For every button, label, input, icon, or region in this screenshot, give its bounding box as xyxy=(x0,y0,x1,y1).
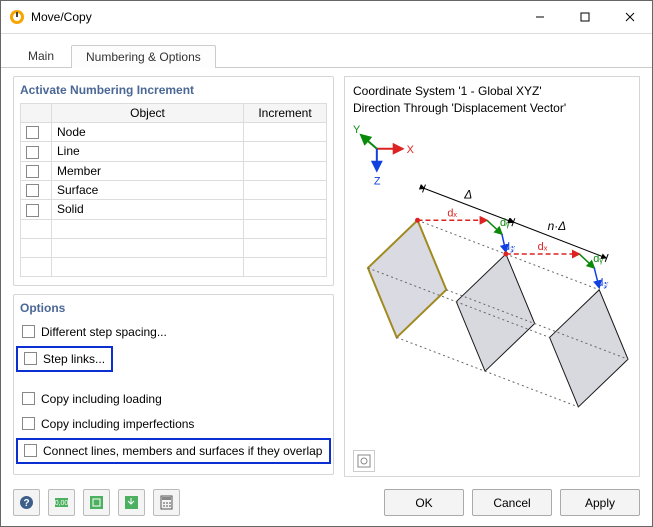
tab-main[interactable]: Main xyxy=(13,44,69,67)
option-copy-imperfections[interactable]: Copy including imperfections xyxy=(20,415,327,433)
maximize-button[interactable] xyxy=(562,2,607,32)
svg-text:Z: Z xyxy=(374,175,381,187)
checkbox-connect-overlap[interactable] xyxy=(24,444,37,457)
col-increment: Increment xyxy=(244,104,327,123)
svg-text:Y: Y xyxy=(353,123,361,135)
apply-button[interactable]: Apply xyxy=(560,489,640,516)
units-button[interactable]: 0,00 xyxy=(48,489,75,516)
preview-view-button[interactable] xyxy=(353,450,375,472)
load-default-button[interactable] xyxy=(118,489,145,516)
table-row: Member xyxy=(21,161,327,180)
checkbox-line[interactable] xyxy=(26,146,39,159)
checkbox-member[interactable] xyxy=(26,165,39,178)
table-row: Surface xyxy=(21,180,327,199)
svg-text:dₓ: dₓ xyxy=(447,207,457,219)
numbering-group: Activate Numbering Increment Object Incr… xyxy=(13,76,334,286)
checkbox-copy-loading[interactable] xyxy=(22,392,35,405)
option-connect-overlap[interactable]: Connect lines, members and surfaces if t… xyxy=(22,442,325,460)
checkbox-step-links[interactable] xyxy=(24,352,37,365)
option-different-step-spacing[interactable]: Different step spacing... xyxy=(20,323,327,341)
svg-text:d𝓏: d𝓏 xyxy=(504,241,515,253)
preview-diagram: X Y Z Δ n·Δ xyxy=(353,119,631,447)
svg-text:X: X xyxy=(407,143,415,155)
svg-text:dᵧ: dᵧ xyxy=(500,217,510,229)
table-row: Node xyxy=(21,123,327,142)
numbering-title: Activate Numbering Increment xyxy=(20,83,327,97)
preview-line-2: Direction Through 'Displacement Vector' xyxy=(353,100,631,117)
dialog-toolbar: ? 0,00 OK Cancel Apply xyxy=(1,481,652,526)
cancel-button[interactable]: Cancel xyxy=(472,489,552,516)
svg-text:?: ? xyxy=(23,498,29,509)
svg-text:d𝓏: d𝓏 xyxy=(597,276,608,288)
checkbox-diff-step[interactable] xyxy=(22,325,35,338)
tab-numbering-options[interactable]: Numbering & Options xyxy=(71,45,216,68)
ok-button[interactable]: OK xyxy=(384,489,464,516)
svg-text:dᵧ: dᵧ xyxy=(593,253,603,265)
options-group: Options Different step spacing... Step l… xyxy=(13,294,334,475)
checkbox-node[interactable] xyxy=(26,126,39,139)
increment-surface[interactable] xyxy=(244,180,327,199)
checkbox-surface[interactable] xyxy=(26,184,39,197)
calculator-button[interactable] xyxy=(153,489,180,516)
svg-text:Δ: Δ xyxy=(463,187,472,201)
save-default-button[interactable] xyxy=(83,489,110,516)
options-title: Options xyxy=(20,301,327,315)
option-step-links[interactable]: Step links... xyxy=(22,350,107,368)
col-object: Object xyxy=(52,104,244,123)
option-copy-loading[interactable]: Copy including loading xyxy=(20,390,327,408)
increment-member[interactable] xyxy=(244,161,327,180)
table-row: Line xyxy=(21,142,327,161)
preview-line-1: Coordinate System '1 - Global XYZ' xyxy=(353,83,631,100)
increment-solid[interactable] xyxy=(244,200,327,219)
minimize-button[interactable] xyxy=(517,2,562,32)
table-row: Solid xyxy=(21,200,327,219)
svg-text:0,00: 0,00 xyxy=(55,500,69,507)
increment-line[interactable] xyxy=(244,142,327,161)
window-title: Move/Copy xyxy=(31,10,92,24)
help-button[interactable]: ? xyxy=(13,489,40,516)
checkbox-solid[interactable] xyxy=(26,204,39,217)
preview-panel: Coordinate System '1 - Global XYZ' Direc… xyxy=(344,76,640,477)
tab-strip: Main Numbering & Options xyxy=(1,34,652,68)
svg-text:dₓ: dₓ xyxy=(538,241,548,253)
titlebar: Move/Copy xyxy=(1,1,652,34)
close-button[interactable] xyxy=(607,2,652,32)
checkbox-copy-imperfections[interactable] xyxy=(22,417,35,430)
app-icon xyxy=(9,9,25,25)
increment-node[interactable] xyxy=(244,123,327,142)
numbering-table: Object Increment Node Line xyxy=(20,103,327,277)
svg-text:n·Δ: n·Δ xyxy=(548,219,567,233)
